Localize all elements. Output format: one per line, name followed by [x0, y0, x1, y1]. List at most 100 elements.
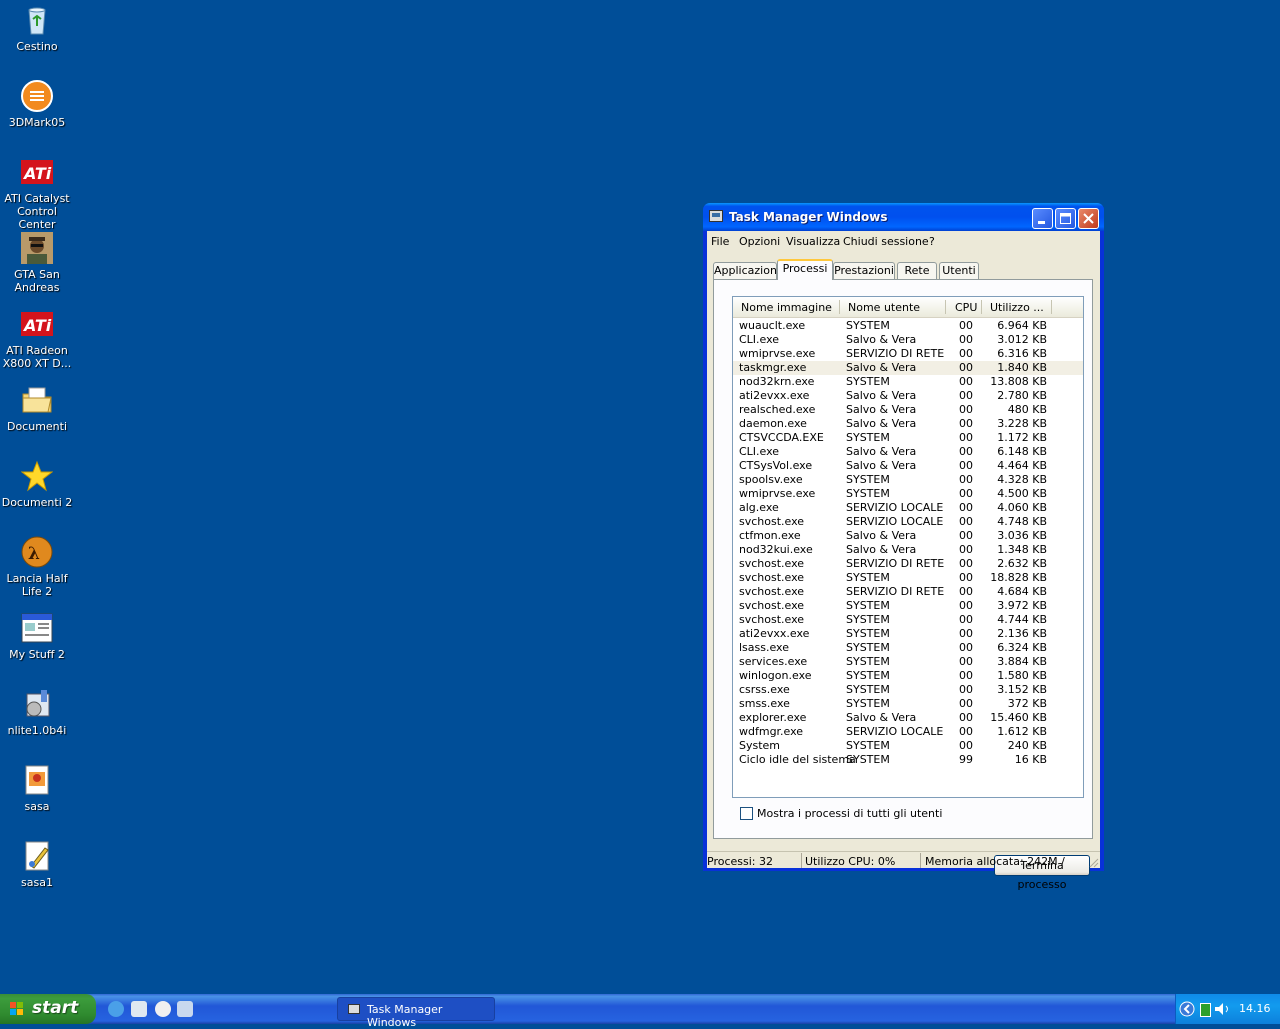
table-row[interactable]: svchost.exe SERVIZIO LOCALE 00 4.748 KB [733, 515, 1083, 529]
process-cpu: 00 [959, 585, 973, 598]
table-row[interactable]: CTSVCCDA.EXE SYSTEM 00 1.172 KB [733, 431, 1083, 445]
table-row[interactable]: wdfmgr.exe SERVIZIO LOCALE 00 1.612 KB [733, 725, 1083, 739]
taskbar: start Task Manager Windows 14.16 [0, 994, 1280, 1029]
table-row[interactable]: ati2evxx.exe SYSTEM 00 2.136 KB [733, 627, 1083, 641]
tab-utenti[interactable]: Utenti [939, 262, 979, 279]
desktop-icon-sasa[interactable]: sasa [0, 762, 74, 813]
title-bar[interactable]: Task Manager Windows [703, 203, 1104, 231]
table-row[interactable]: wmiprvse.exe SYSTEM 00 4.500 KB [733, 487, 1083, 501]
table-row[interactable]: explorer.exe Salvo & Vera 00 15.460 KB [733, 711, 1083, 725]
table-row[interactable]: wmiprvse.exe SERVIZIO DI RETE 00 6.316 KB [733, 347, 1083, 361]
column-header-image-name[interactable]: Nome immagine [741, 301, 832, 314]
table-row[interactable]: nod32krn.exe SYSTEM 00 13.808 KB [733, 375, 1083, 389]
table-row[interactable]: lsass.exe SYSTEM 00 6.324 KB [733, 641, 1083, 655]
process-cpu: 00 [959, 669, 973, 682]
process-memory: 3.152 KB [997, 683, 1047, 696]
task-manager-window[interactable]: Task Manager Windows File Opzioni Visual… [703, 203, 1104, 891]
volume-icon[interactable] [1214, 1002, 1232, 1016]
process-name: wmiprvse.exe [739, 487, 816, 500]
tab-processi[interactable]: Processi [777, 259, 833, 280]
table-row[interactable]: CLI.exe Salvo & Vera 00 6.148 KB [733, 445, 1083, 459]
table-row[interactable]: svchost.exe SYSTEM 00 18.828 KB [733, 571, 1083, 585]
taskbar-button-task-manager[interactable]: Task Manager Windows [337, 997, 495, 1029]
system-tray: 14.16 [1175, 994, 1280, 1024]
column-separator[interactable] [981, 300, 982, 314]
menu-visualizza[interactable]: Visualizza [786, 235, 840, 248]
table-row[interactable]: svchost.exe SYSTEM 00 4.744 KB [733, 613, 1083, 627]
table-row[interactable]: taskmgr.exe Salvo & Vera 00 1.840 KB [733, 361, 1083, 375]
icon-label: ATI Radeon X800 XT D... [2, 344, 72, 370]
table-row[interactable]: wuauclt.exe SYSTEM 00 6.964 KB [733, 319, 1083, 333]
table-row[interactable]: spoolsv.exe SYSTEM 00 4.328 KB [733, 473, 1083, 487]
menu-chiudi-sessione[interactable]: Chiudi sessione [843, 235, 929, 248]
process-name: svchost.exe [739, 571, 805, 584]
menu-help[interactable]: ? [929, 235, 935, 248]
process-cpu: 00 [959, 627, 973, 640]
process-user: SYSTEM [846, 375, 890, 388]
desktop-icon-documenti-2[interactable]: Documenti 2 [0, 458, 74, 509]
minimize-button[interactable] [1032, 208, 1053, 229]
desktop-icon-documenti[interactable]: Documenti [0, 382, 74, 433]
process-user: SYSTEM [846, 669, 890, 682]
start-button[interactable]: start [0, 994, 96, 1024]
process-cpu: 00 [959, 641, 973, 654]
table-row[interactable]: Ciclo idle del sistema SYSTEM 99 16 KB [733, 753, 1083, 767]
process-memory: 4.328 KB [997, 473, 1047, 486]
table-row[interactable]: nod32kui.exe Salvo & Vera 00 1.348 KB [733, 543, 1083, 557]
close-button[interactable] [1078, 208, 1099, 229]
processes-panel: Nome immagine Nome utente CPU Utilizzo .… [713, 279, 1093, 891]
column-separator[interactable] [945, 300, 946, 314]
process-memory: 4.748 KB [997, 515, 1047, 528]
desktop-icon-ati-radeon[interactable]: ATi ATI Radeon X800 XT D... [0, 306, 74, 370]
menu-opzioni[interactable]: Opzioni [739, 235, 780, 248]
column-header-user-name[interactable]: Nome utente [848, 301, 920, 314]
desktop-icon-half-life[interactable]: λ Lancia Half Life 2 [0, 534, 74, 598]
desktop-icon-3dmark05[interactable]: 3DMark05 [0, 78, 74, 129]
table-row[interactable]: realsched.exe Salvo & Vera 00 480 KB [733, 403, 1083, 417]
process-name: svchost.exe [739, 515, 805, 528]
table-row[interactable]: svchost.exe SERVIZIO DI RETE 00 4.684 KB [733, 585, 1083, 599]
column-separator[interactable] [1051, 300, 1052, 314]
process-user: Salvo & Vera [846, 403, 917, 416]
tab-rete[interactable]: Rete [897, 262, 937, 279]
desktop-icon[interactable] [177, 1001, 193, 1017]
column-header-memory[interactable]: Utilizzo ... [990, 301, 1044, 314]
process-cpu: 00 [959, 403, 973, 416]
table-row[interactable]: services.exe SYSTEM 00 3.884 KB [733, 655, 1083, 669]
process-list[interactable]: Nome immagine Nome utente CPU Utilizzo .… [732, 296, 1084, 798]
menu-file[interactable]: File [711, 235, 729, 248]
desktop-icon-sasa1[interactable]: sasa1 [0, 838, 74, 889]
column-separator[interactable] [839, 300, 840, 314]
table-row[interactable]: svchost.exe SERVIZIO DI RETE 00 2.632 KB [733, 557, 1083, 571]
desktop-icon-cestino[interactable]: Cestino [0, 2, 74, 53]
tray-expand-icon[interactable] [1179, 1001, 1195, 1017]
desktop-icon-nlite[interactable]: nlite1.0b4i [0, 686, 74, 737]
desktop-icon-my-stuff-2[interactable]: My Stuff 2 [0, 610, 74, 661]
table-row[interactable]: ctfmon.exe Salvo & Vera 00 3.036 KB [733, 529, 1083, 543]
show-all-processes-label[interactable]: Mostra i processi di tutti gli utenti [757, 807, 942, 820]
maximize-button[interactable] [1055, 208, 1076, 229]
tab-applicazioni[interactable]: Applicazioni [713, 262, 780, 279]
network-icon[interactable] [1200, 1003, 1211, 1017]
table-row[interactable]: alg.exe SERVIZIO LOCALE 00 4.060 KB [733, 501, 1083, 515]
table-row[interactable]: winlogon.exe SYSTEM 00 1.580 KB [733, 669, 1083, 683]
process-user: SYSTEM [846, 739, 890, 752]
tab-prestazioni[interactable]: Prestazioni [833, 262, 895, 279]
media-icon[interactable] [131, 1001, 147, 1017]
desktop-icon-ati-catalyst[interactable]: ATi ATI Catalyst Control Center [0, 154, 74, 231]
column-header-cpu[interactable]: CPU [955, 301, 977, 314]
table-row[interactable]: System SYSTEM 00 240 KB [733, 739, 1083, 753]
ie-icon[interactable] [108, 1001, 124, 1017]
table-row[interactable]: smss.exe SYSTEM 00 372 KB [733, 697, 1083, 711]
table-row[interactable]: CLI.exe Salvo & Vera 00 3.012 KB [733, 333, 1083, 347]
desktop-icon-gta[interactable]: GTA San Andreas [0, 230, 74, 294]
table-row[interactable]: svchost.exe SYSTEM 00 3.972 KB [733, 599, 1083, 613]
table-row[interactable]: ati2evxx.exe Salvo & Vera 00 2.780 KB [733, 389, 1083, 403]
table-row[interactable]: csrss.exe SYSTEM 00 3.152 KB [733, 683, 1083, 697]
show-all-processes-checkbox[interactable] [740, 807, 753, 820]
player-icon[interactable] [155, 1001, 171, 1017]
resize-grip-icon[interactable] [1087, 856, 1099, 868]
table-row[interactable]: CTSysVol.exe Salvo & Vera 00 4.464 KB [733, 459, 1083, 473]
clock[interactable]: 14.16 [1239, 1002, 1271, 1015]
table-row[interactable]: daemon.exe Salvo & Vera 00 3.228 KB [733, 417, 1083, 431]
